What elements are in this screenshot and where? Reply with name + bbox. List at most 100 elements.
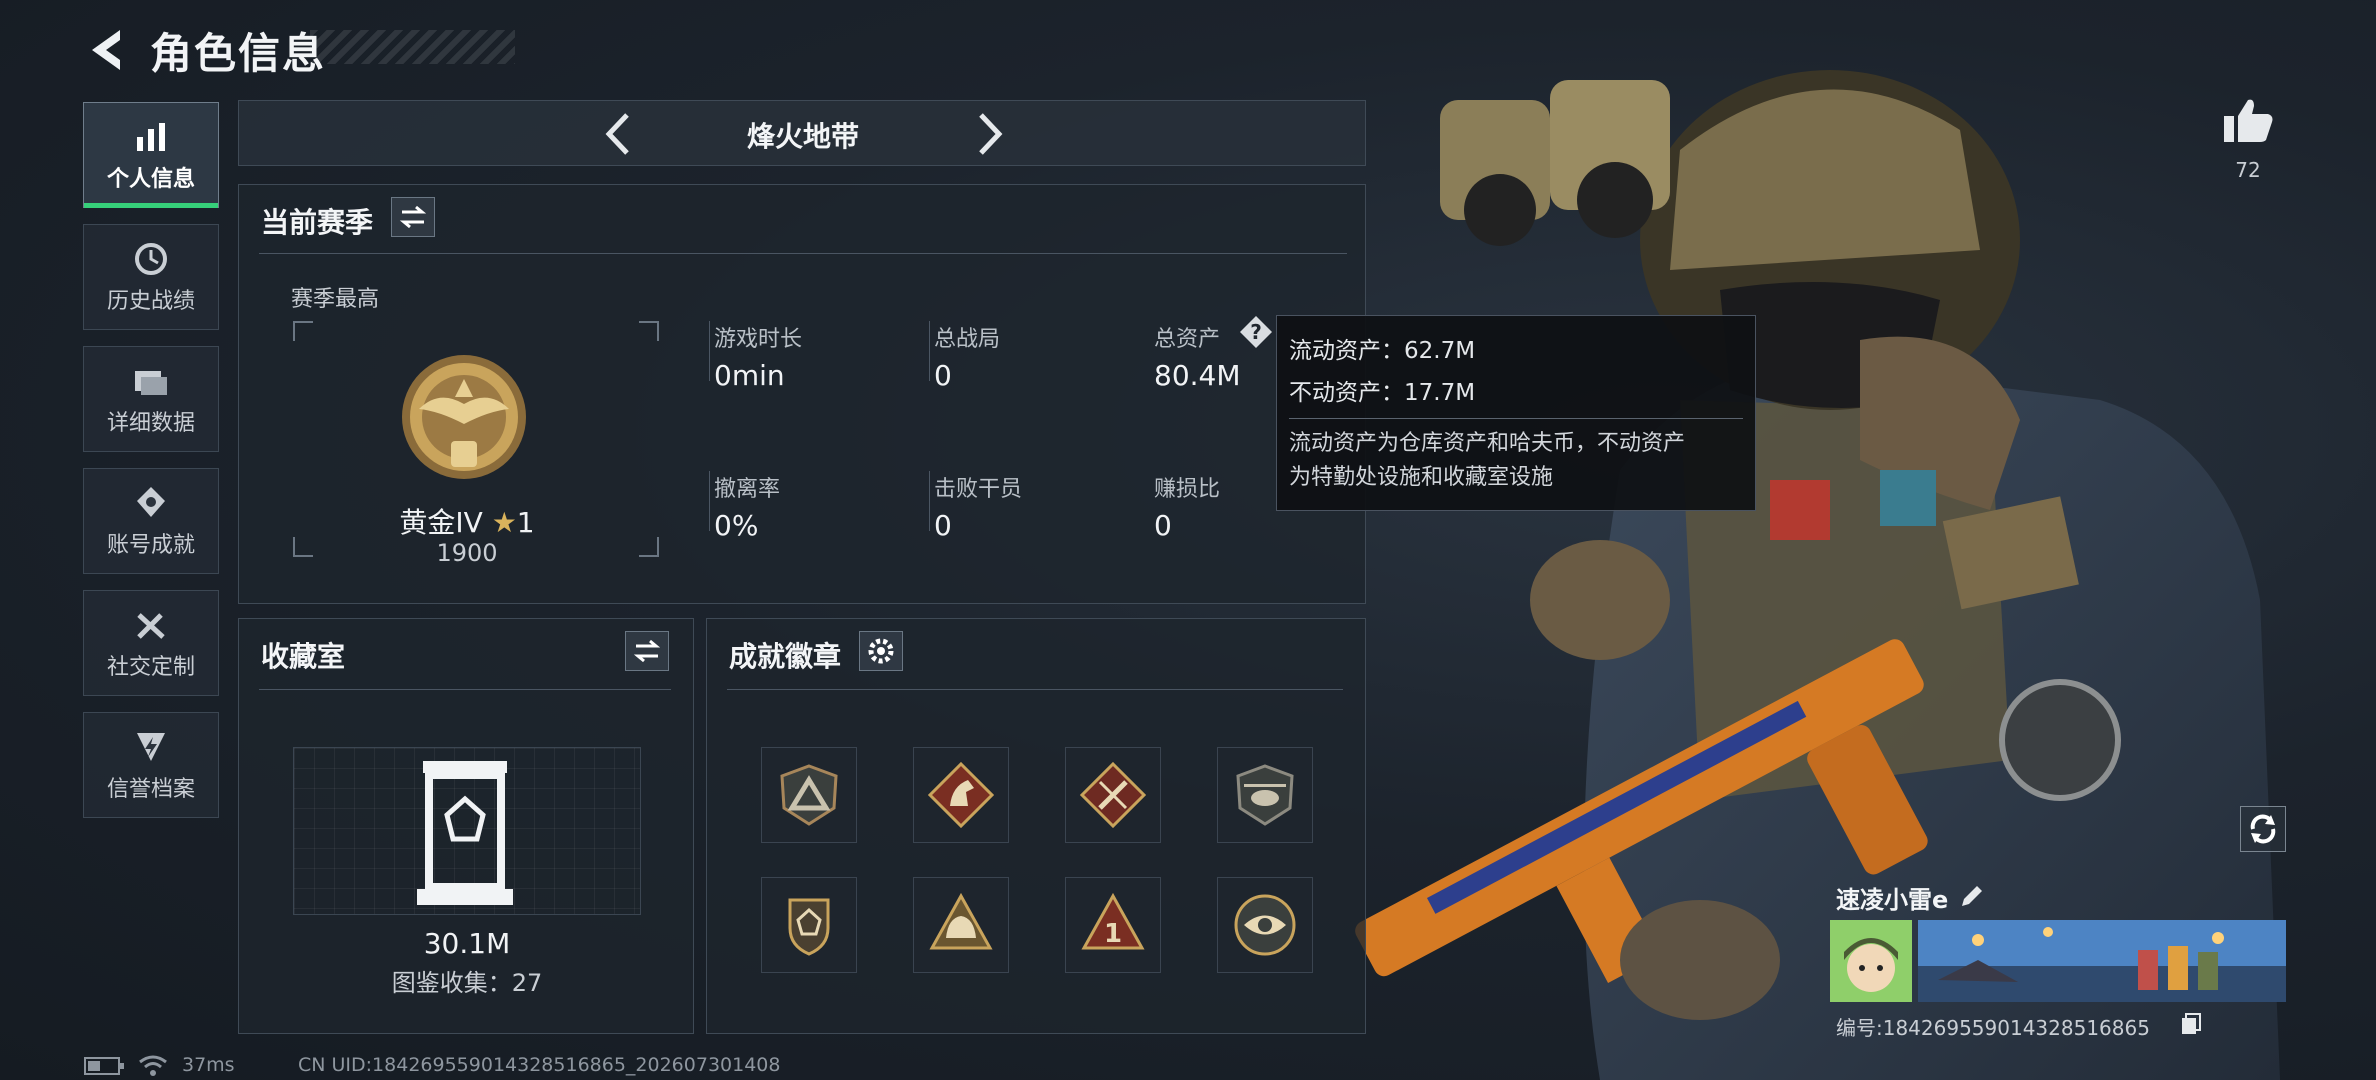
stat-value-profit-ratio: 0 — [1154, 509, 1172, 542]
bar-chart-icon — [137, 123, 165, 151]
shield-badge-icon — [788, 898, 830, 956]
nav-item-achievements[interactable]: 账号成就 — [83, 468, 219, 574]
star-icon: ★ — [491, 506, 517, 539]
nav-label: 个人信息 — [106, 167, 195, 192]
ping: 37ms — [182, 1054, 235, 1076]
uid-text: CN UID:184269559014328516865_20260730140… — [298, 1054, 781, 1076]
chevron-right-icon[interactable] — [969, 109, 1009, 159]
rank-name: 黄金IV — [399, 506, 483, 539]
stat-label-assets: 总资产 — [1154, 327, 1221, 352]
frame-corner — [293, 321, 313, 341]
helicopter-badge-icon — [1236, 764, 1294, 826]
player-banner[interactable] — [1918, 920, 2286, 1002]
stat-value-extract-rate: 0% — [714, 509, 759, 542]
tooltip-fixed-assets: 不动资产：17.7M — [1289, 380, 1476, 406]
battery-icon — [84, 1057, 124, 1075]
eye-badge-icon — [1234, 894, 1296, 956]
badges-settings-button[interactable] — [859, 631, 903, 671]
badge-helicopter[interactable] — [1217, 747, 1313, 843]
rank-stars: 1 — [516, 506, 535, 539]
badge-shield[interactable] — [761, 877, 857, 973]
avatar-image — [1830, 920, 1912, 1002]
shield-bolt-icon — [137, 733, 165, 761]
copy-id-button[interactable] — [2180, 1012, 2202, 1036]
nav-item-history[interactable]: 历史战绩 — [83, 224, 219, 330]
edit-name-button[interactable] — [1958, 882, 1986, 910]
like-count: 72 — [2235, 158, 2261, 182]
page-title: 角色信息 — [150, 29, 327, 78]
badge-horse[interactable] — [913, 747, 1009, 843]
tooltip-desc-1: 流动资产为仓库资产和哈夫币，不动资产 — [1289, 431, 1686, 456]
stat-label-kills: 击败干员 — [934, 477, 1023, 502]
stat-value-matches: 0 — [934, 359, 952, 392]
stat-label-playtime: 游戏时长 — [714, 327, 803, 352]
divider — [929, 471, 930, 531]
helmet-badge-icon — [929, 892, 993, 950]
nav-label: 账号成就 — [106, 533, 195, 558]
refresh-icon — [2250, 814, 2276, 844]
tooltip-liquid-assets: 流动资产：62.7M — [1289, 338, 1476, 364]
stat-value-playtime: 0min — [714, 359, 785, 392]
current-season-panel: 当前赛季 赛季最高 黄金IV ★1 1900 游戏时长 0min 总战局 0 总… — [238, 184, 1366, 604]
divider — [727, 689, 1343, 690]
rotate-view-button[interactable] — [2240, 806, 2286, 852]
divider — [929, 321, 930, 381]
nav-label: 信誉档案 — [106, 777, 195, 802]
tooltip-desc-2: 为特勤处设施和收藏室设施 — [1289, 465, 1554, 490]
triangle-badge-icon — [780, 764, 838, 826]
frame-corner — [639, 537, 659, 557]
horse-badge-icon — [928, 762, 994, 828]
swap-icon — [633, 639, 661, 663]
frame-corner — [293, 537, 313, 557]
badge-number-one[interactable]: 1 — [1065, 877, 1161, 973]
mode-selector: 烽火地带 — [238, 100, 1366, 166]
assets-help-button[interactable]: ? — [1239, 315, 1273, 349]
collection-title: 收藏室 — [261, 640, 346, 673]
nav-item-details[interactable]: 详细数据 — [83, 346, 219, 452]
nav-label: 社交定制 — [106, 655, 195, 680]
collection-switch-button[interactable] — [625, 631, 669, 671]
mode-name: 烽火地带 — [746, 120, 859, 153]
copy-icon — [2182, 1013, 2201, 1034]
gold-rank-emblem-icon — [402, 355, 526, 479]
achievement-badges-panel: 成就徽章 1 — [706, 618, 1366, 1034]
divider — [709, 471, 710, 531]
badge-helmet[interactable] — [913, 877, 1009, 973]
svg-text:?: ? — [1250, 320, 1262, 344]
nav-label: 历史战绩 — [106, 289, 195, 314]
badge-tools[interactable] — [1065, 747, 1161, 843]
stat-value-assets: 80.4M — [1154, 359, 1241, 392]
folder-icon — [135, 371, 167, 395]
avatar[interactable] — [1830, 920, 1912, 1002]
like-button[interactable] — [2218, 96, 2278, 146]
assets-tooltip: 流动资产：62.7M 不动资产：17.7M 流动资产为仓库资产和哈夫币，不动资产… — [1276, 315, 1756, 511]
banner-image — [1918, 920, 2286, 1002]
stat-label-extract-rate: 撤离率 — [714, 477, 781, 502]
badge-triangle[interactable] — [761, 747, 857, 843]
badge-number-text: 1 — [1104, 919, 1122, 949]
badge-eye[interactable] — [1217, 877, 1313, 973]
nav-item-profile[interactable]: 个人信息 — [83, 102, 219, 208]
badges-title: 成就徽章 — [729, 640, 842, 673]
display-case-icon — [417, 761, 513, 905]
back-arrow-icon — [92, 30, 120, 70]
collection-value: 30.1M — [423, 927, 511, 960]
question-icon: ? — [1240, 316, 1272, 348]
tools-icon — [137, 613, 165, 639]
back-button[interactable] — [82, 22, 132, 78]
pencil-icon — [1962, 886, 1982, 906]
stat-label-matches: 总战局 — [934, 327, 1001, 352]
swap-icon — [399, 205, 427, 229]
nav-item-social[interactable]: 社交定制 — [83, 590, 219, 696]
player-id: 编号:184269559014328516865 — [1836, 1016, 2150, 1040]
collection-panel[interactable]: 收藏室 30.1M 图鉴收集：27 — [238, 618, 694, 1034]
collection-count: 图鉴收集：27 — [391, 969, 543, 997]
nav-item-reputation[interactable]: 信誉档案 — [83, 712, 219, 818]
history-icon — [135, 243, 167, 275]
rank-score: 1900 — [436, 539, 498, 567]
season-switch-button[interactable] — [391, 197, 435, 237]
crossed-tools-badge-icon — [1080, 762, 1146, 828]
thumbs-up-icon — [2224, 99, 2273, 142]
season-best-label: 赛季最高 — [291, 287, 380, 312]
rank-name-line: 黄金IV ★1 — [337, 501, 597, 541]
